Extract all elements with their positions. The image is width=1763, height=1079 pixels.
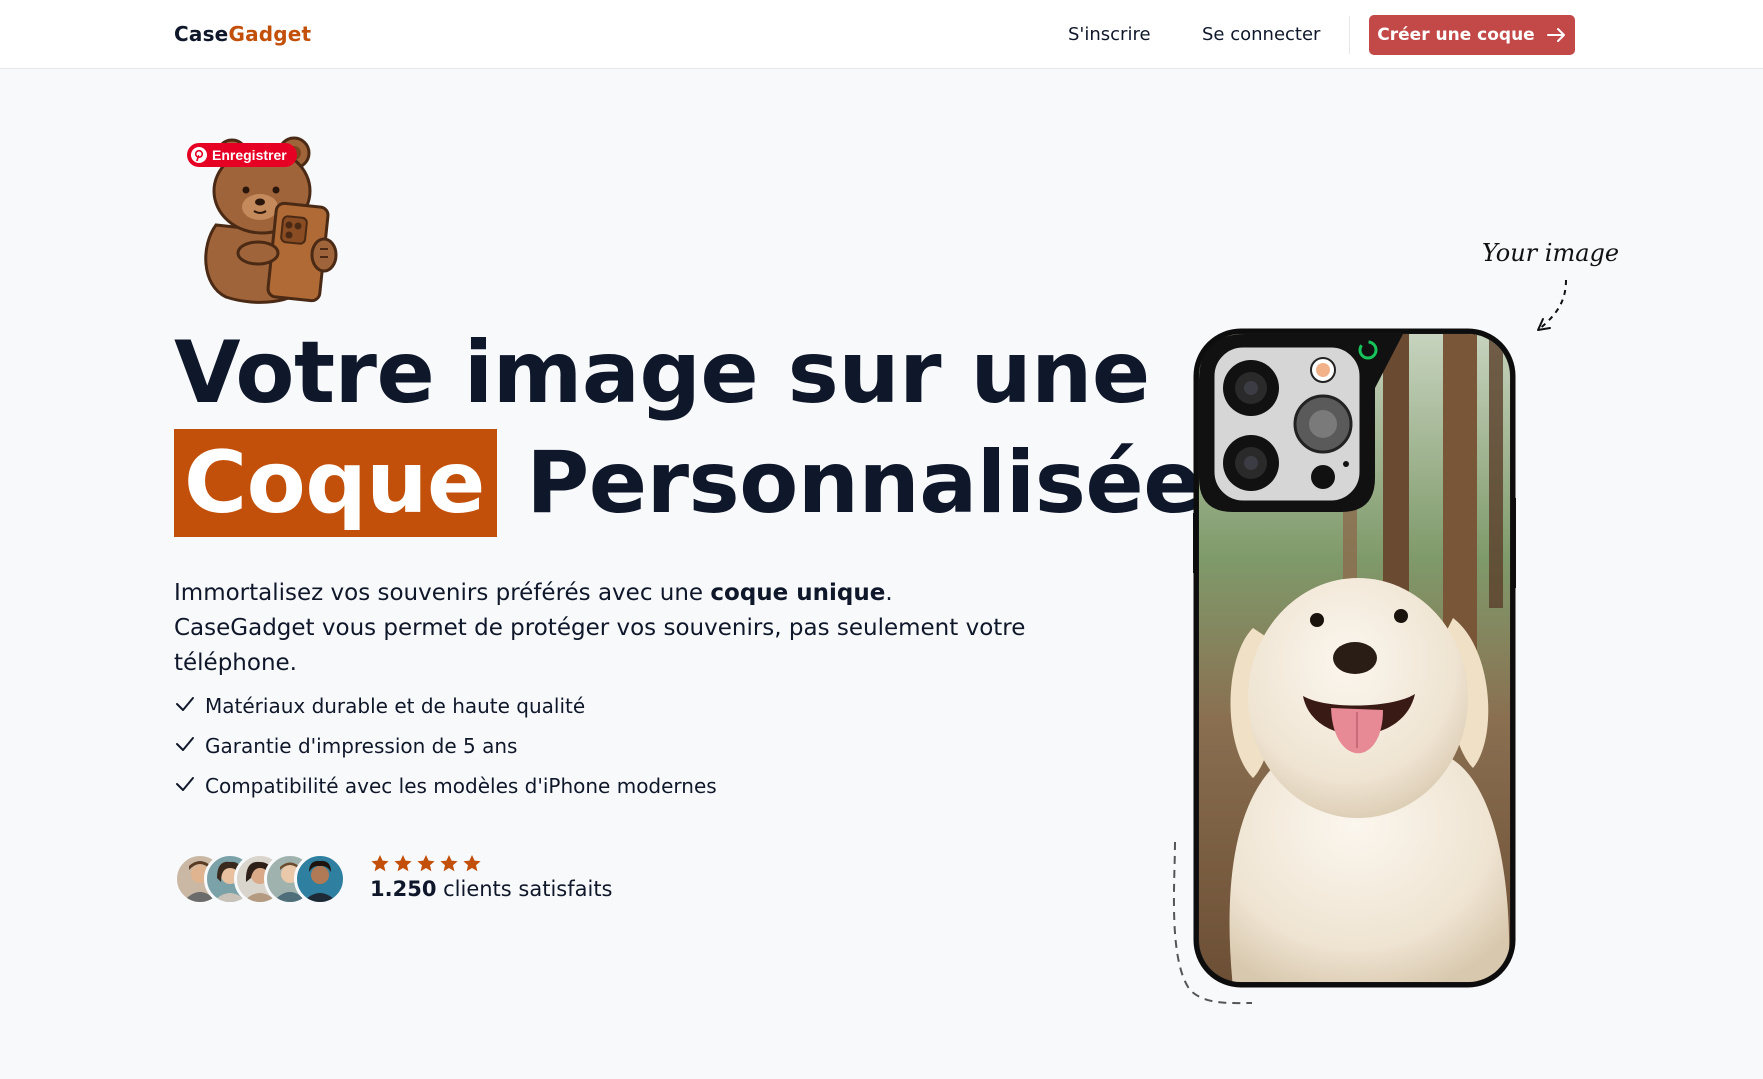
rating-count: 1.250	[370, 877, 437, 901]
feature-list: Matériaux durable et de haute qualité Ga…	[174, 686, 717, 806]
headline-line2-rest: Personnalisée	[526, 433, 1202, 533]
rating-summary: 1.250 clients satisfaits	[370, 877, 613, 901]
feature-label: Compatibilité avec les modèles d'iPhone …	[205, 774, 717, 798]
feature-item: Compatibilité avec les modèles d'iPhone …	[174, 766, 717, 806]
rating-label: clients satisfaits	[436, 877, 613, 901]
star-icon	[393, 854, 413, 877]
pinterest-save-label: Enregistrer	[212, 147, 287, 163]
check-icon	[174, 733, 196, 760]
star-icon	[462, 854, 482, 877]
logo-part-case: Case	[174, 22, 229, 46]
feature-item: Garantie d'impression de 5 ans	[174, 726, 717, 766]
logo-part-gadget: Gadget	[228, 22, 312, 46]
create-case-label: Créer une coque	[1377, 25, 1535, 45]
star-icon	[439, 854, 459, 877]
avatar	[294, 853, 346, 905]
signup-link[interactable]: S'inscrire	[1068, 24, 1151, 45]
create-case-button[interactable]: Créer une coque	[1369, 15, 1575, 55]
star-icon	[370, 854, 390, 877]
star-icon	[416, 854, 436, 877]
login-link[interactable]: Se connecter	[1202, 24, 1320, 45]
dashed-line-decoration	[1160, 840, 1260, 1010]
lead-text-bold: coque unique	[710, 580, 886, 606]
hero-lead-paragraph: Immortalisez vos souvenirs préférés avec…	[174, 576, 1034, 681]
check-icon	[174, 693, 196, 720]
feature-label: Matériaux durable et de haute qualité	[205, 694, 586, 718]
arrow-right-icon	[1546, 27, 1567, 43]
check-icon	[174, 773, 196, 800]
customer-avatars	[174, 853, 350, 907]
headline-line1: Votre image sur une	[174, 323, 1150, 423]
feature-item: Matériaux durable et de haute qualité	[174, 686, 717, 726]
headline-highlight: Coque	[174, 429, 497, 537]
pinterest-save-button[interactable]: Enregistrer	[187, 143, 297, 167]
rating-stars	[370, 854, 482, 877]
top-navbar: CaseGadget S'inscrire Se connecter Créer…	[0, 0, 1763, 69]
nav-divider	[1349, 16, 1350, 54]
hero-headline: Votre image sur une Coque Personnalisée	[174, 318, 1202, 538]
pinterest-icon	[191, 147, 207, 163]
logo[interactable]: CaseGadget	[174, 22, 311, 46]
your-image-annotation: Your image	[1480, 238, 1630, 338]
your-image-text: Your image	[1482, 239, 1619, 267]
lead-text-part1: Immortalisez vos souvenirs préférés avec…	[174, 580, 711, 606]
feature-label: Garantie d'impression de 5 ans	[205, 734, 518, 758]
